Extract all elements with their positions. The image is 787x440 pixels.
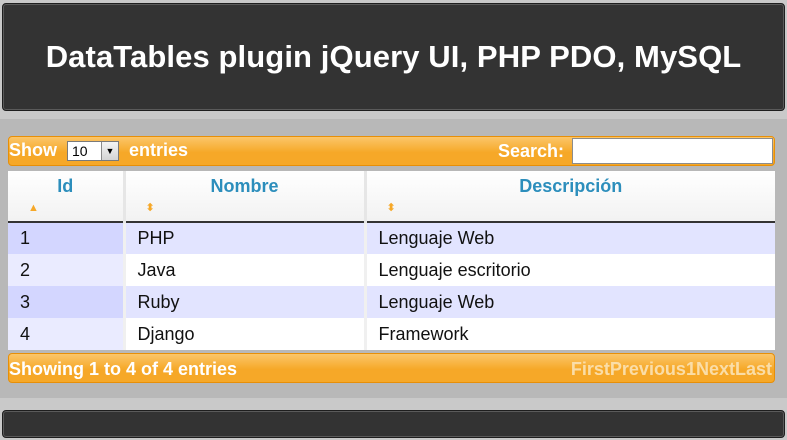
cell-id: 4 <box>8 318 124 350</box>
sort-asc-icon: ▲ <box>28 202 39 214</box>
show-label: Show <box>9 140 57 160</box>
sort-both-icon: ⬍ <box>386 202 396 214</box>
cell-descripcion: Lenguaje Web <box>363 222 775 254</box>
first-button[interactable]: First <box>571 359 610 380</box>
sort-both-icon: ⬍ <box>145 202 155 214</box>
column-header-label: Descripción <box>519 176 623 196</box>
column-header-label: Id <box>57 176 74 196</box>
length-control: Show 10 ▼ entries <box>9 140 188 161</box>
table-row: 2 Java Lenguaje escritorio <box>8 254 775 286</box>
table-info: Showing 1 to 4 of 4 entries <box>9 359 238 379</box>
table-header-row: Id ▲ Nombre ⬍ Descripción ⬍ <box>8 171 775 223</box>
cell-id: 3 <box>8 286 124 318</box>
previous-button[interactable]: Previous <box>610 359 686 380</box>
datatable-bottom-toolbar: Showing 1 to 4 of 4 entries First Previo… <box>8 353 775 383</box>
cell-id: 1 <box>8 222 124 254</box>
page-header: DataTables plugin jQuery UI, PHP PDO, My… <box>2 3 785 111</box>
datatable-top-toolbar: Show 10 ▼ entries Search: <box>8 136 775 166</box>
page-length-select[interactable]: 10 ▼ <box>67 140 119 161</box>
entries-label: entries <box>129 140 189 160</box>
table-row: 1 PHP Lenguaje Web <box>8 222 775 254</box>
column-header-id[interactable]: Id ▲ <box>8 171 124 223</box>
column-header-nombre[interactable]: Nombre ⬍ <box>122 171 365 223</box>
cell-nombre: Ruby <box>122 286 365 318</box>
cell-descripcion: Lenguaje Web <box>363 286 775 318</box>
pagination: First Previous 1 Next Last <box>571 359 772 380</box>
cell-nombre: Django <box>122 318 365 350</box>
search-input[interactable] <box>572 138 773 164</box>
table-row: 4 Django Framework <box>8 318 775 350</box>
search-control: Search: <box>498 138 773 164</box>
search-label: Search: <box>497 140 564 161</box>
cell-descripcion: Framework <box>363 318 775 350</box>
cell-nombre: PHP <box>122 222 365 254</box>
column-header-descripcion[interactable]: Descripción ⬍ <box>363 171 775 223</box>
page-length-value: 10 <box>72 142 88 159</box>
cell-nombre: Java <box>122 254 365 286</box>
data-table: Id ▲ Nombre ⬍ Descripción ⬍ 1 PHP Lengua… <box>8 171 775 350</box>
cell-descripcion: Lenguaje escritorio <box>363 254 775 286</box>
cell-id: 2 <box>8 254 124 286</box>
datatable-wrapper: Show 10 ▼ entries Search: Id ▲ Nombre ⬍ … <box>0 119 787 398</box>
next-button[interactable]: Next <box>696 359 735 380</box>
table-row: 3 Ruby Lenguaje Web <box>8 286 775 318</box>
column-header-label: Nombre <box>210 176 279 196</box>
chevron-down-icon[interactable]: ▼ <box>101 141 118 160</box>
page-1-button[interactable]: 1 <box>686 359 696 380</box>
page-title: DataTables plugin jQuery UI, PHP PDO, My… <box>45 39 742 74</box>
page-footer <box>2 410 785 438</box>
last-button[interactable]: Last <box>735 359 772 380</box>
